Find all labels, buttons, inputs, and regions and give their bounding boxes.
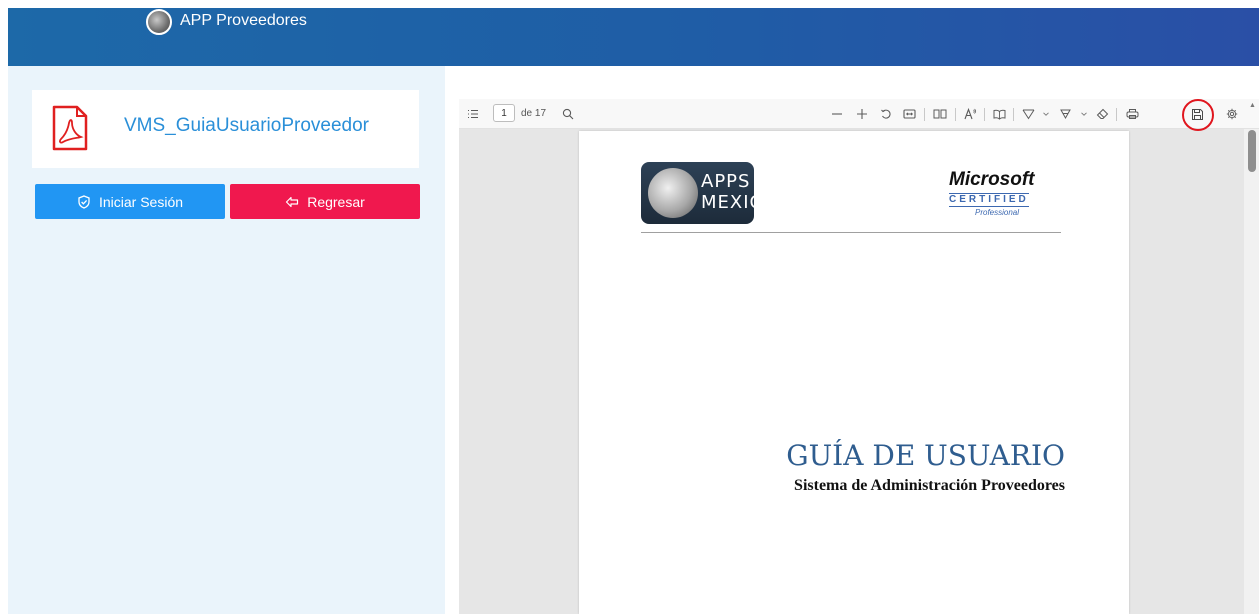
scrollbar-track[interactable] (1244, 129, 1259, 614)
toolbar-separator (1013, 108, 1014, 121)
toolbar-separator (1116, 108, 1117, 121)
login-label: Iniciar Sesión (98, 193, 184, 210)
page-total: de 17 (521, 108, 547, 119)
toolbar-separator (924, 108, 925, 121)
search-icon[interactable] (562, 99, 574, 129)
highlight-icon[interactable] (1059, 99, 1072, 129)
zoom-out-icon[interactable] (831, 99, 843, 129)
back-label: Regresar (307, 193, 365, 210)
scrollbar-thumb[interactable] (1248, 130, 1256, 172)
back-button[interactable]: Regresar (230, 184, 420, 219)
microsoft-certified: CERTIFIED (949, 193, 1029, 207)
app-title: APP Proveedores (180, 12, 307, 29)
microsoft-professional: Professional (975, 208, 1020, 217)
print-icon[interactable] (1126, 99, 1139, 129)
logo-text-apps: APPS (701, 171, 751, 192)
read-aloud-icon[interactable] (964, 99, 977, 129)
pdf-toolbar: de 17 (459, 99, 1259, 131)
chevron-down-icon[interactable] (1080, 99, 1088, 129)
toolbar-separator (955, 108, 956, 121)
apps-mexico-logo: APPS MEXICO (641, 162, 777, 224)
settings-icon[interactable] (1226, 99, 1238, 129)
scroll-up-arrow[interactable]: ▲ (1249, 102, 1256, 109)
arrow-left-icon (286, 196, 299, 207)
microsoft-brand: Microsoft (949, 169, 1035, 190)
shield-check-icon (78, 194, 90, 209)
draw-icon[interactable] (1022, 99, 1035, 129)
zoom-in-icon[interactable] (856, 99, 868, 129)
login-button[interactable]: Iniciar Sesión (35, 184, 225, 219)
page-number-input[interactable] (493, 104, 515, 122)
page-view-icon[interactable] (933, 99, 947, 129)
aztec-calendar-icon (648, 168, 698, 218)
document-page: APPS MEXICO Microsoft CERTIFIED Professi… (579, 131, 1129, 614)
document-subtitle: Sistema de Administración Proveedores (794, 477, 1065, 494)
document-title: GUÍA DE USUARIO (786, 439, 1065, 472)
logo-text-mexico: MEXICO (701, 192, 779, 213)
chevron-down-icon[interactable] (1042, 99, 1050, 129)
header-rule (641, 232, 1061, 233)
fit-width-icon[interactable] (903, 99, 916, 129)
erase-icon[interactable] (1096, 99, 1109, 129)
pdf-icon (52, 105, 88, 151)
file-name[interactable]: VMS_GuiaUsuarioProveedor (124, 115, 369, 137)
globe-emblem-icon (146, 9, 172, 35)
immersive-reader-icon[interactable] (993, 99, 1006, 129)
toolbar-separator (984, 108, 985, 121)
rotate-icon[interactable] (880, 99, 892, 129)
save-highlight-circle (1182, 99, 1214, 131)
file-card: VMS_GuiaUsuarioProveedor (32, 90, 419, 168)
outline-icon[interactable] (467, 99, 479, 129)
